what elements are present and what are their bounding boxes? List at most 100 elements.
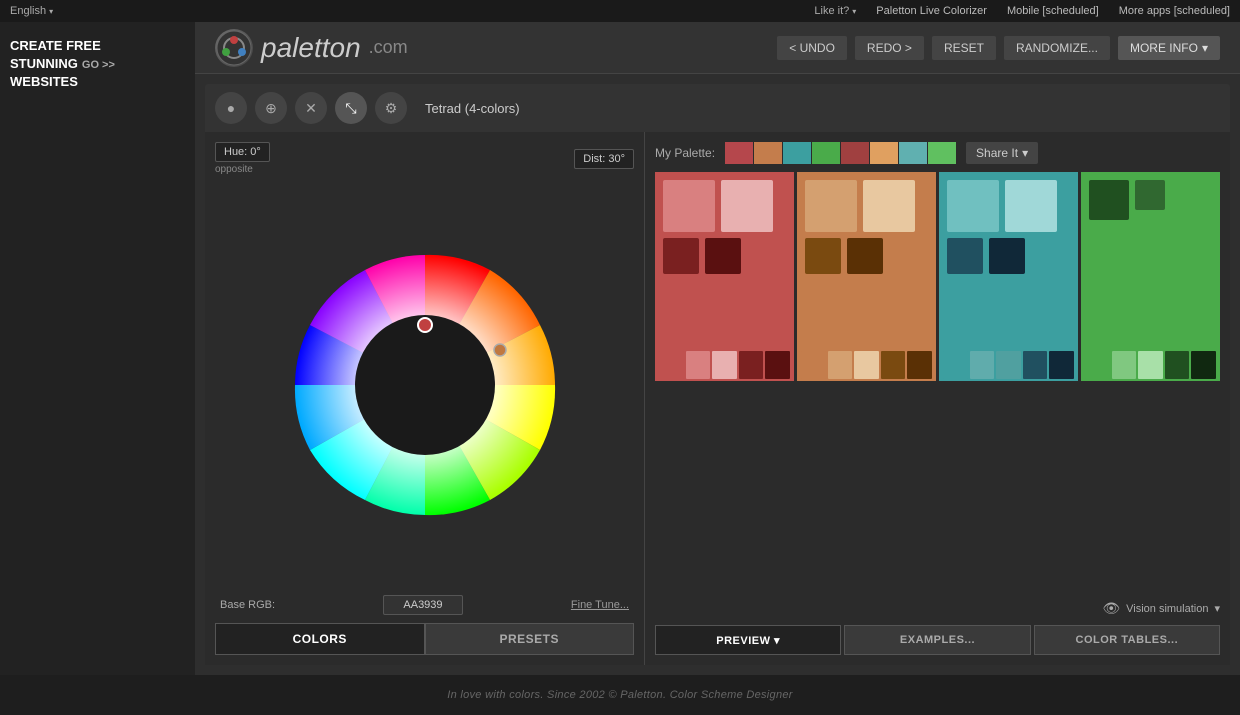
quad-teal-mini-3[interactable]: [996, 351, 1021, 379]
colors-tab[interactable]: COLORS: [215, 623, 425, 655]
palette-swatch-6[interactable]: [870, 142, 898, 164]
share-button[interactable]: Share It ▾: [966, 142, 1038, 164]
presets-tab[interactable]: PRESETS: [425, 623, 635, 655]
quad-red-light1[interactable]: [663, 180, 715, 232]
main-content: ● ⊕ ✕ ⤡ ⚙ Tetrad (4-colors) Hue: 0° oppo…: [195, 74, 1240, 675]
palette-swatch-1[interactable]: [725, 142, 753, 164]
quad-green-mini-1[interactable]: [1085, 351, 1110, 379]
more-apps-link[interactable]: More apps [scheduled]: [1119, 5, 1230, 17]
quad-green-mini-5[interactable]: [1191, 351, 1216, 379]
palette-swatch-7[interactable]: [899, 142, 927, 164]
quad-green-dark2[interactable]: [1135, 180, 1165, 210]
quadrant-teal: [939, 172, 1078, 381]
quad-green-mini-2[interactable]: [1112, 351, 1137, 379]
quad-red-mini-1[interactable]: [659, 351, 684, 379]
main-header: paletton .com < UNDO REDO > RESET RANDOM…: [195, 22, 1240, 74]
quadrant-orange: [797, 172, 936, 381]
quad-orange-mini-4[interactable]: [881, 351, 906, 379]
vision-caret: ▾: [1214, 602, 1220, 615]
vision-eye-icon: 👁: [1102, 600, 1120, 617]
quad-red-mini-3[interactable]: [712, 351, 737, 379]
quad-orange-mini-3[interactable]: [854, 351, 879, 379]
mode-label: Tetrad (4-colors): [425, 101, 520, 116]
quad-orange-light1[interactable]: [805, 180, 857, 232]
likeit-caret: ▾: [852, 7, 856, 16]
quad-orange-mini-5[interactable]: [907, 351, 932, 379]
action-tabs: PREVIEW ▾ EXAMPLES... COLOR TABLES...: [655, 625, 1220, 655]
quad-red-dark1[interactable]: [663, 238, 699, 274]
color-wheel-container[interactable]: [215, 183, 634, 587]
reset-button[interactable]: RESET: [932, 36, 996, 60]
sidebar: CREATE FREE STUNNING GO >> WEBSITES: [0, 22, 195, 715]
quad-teal-mini-5[interactable]: [1049, 351, 1074, 379]
palette-header: My Palette: Share It ▾: [655, 142, 1220, 164]
quad-orange-mini-1[interactable]: [801, 351, 826, 379]
quad-teal-dark2[interactable]: [989, 238, 1025, 274]
quad-teal-dark1[interactable]: [947, 238, 983, 274]
hue-control[interactable]: Hue: 0°: [215, 142, 270, 162]
quad-green-dark1[interactable]: [1089, 180, 1129, 220]
mode-tetrad-icon[interactable]: ⤡: [335, 92, 367, 124]
mode-settings-icon[interactable]: ⚙: [375, 92, 407, 124]
header-buttons: < UNDO REDO > RESET RANDOMIZE... MORE IN…: [777, 36, 1220, 60]
footer-text: In love with colors. Since 2002 © Palett…: [447, 689, 793, 701]
quad-red-mini-2[interactable]: [686, 351, 711, 379]
likeit-selector[interactable]: Like it? ▾: [814, 5, 856, 17]
more-info-button[interactable]: MORE INFO ▾: [1118, 36, 1220, 60]
color-dot-red[interactable]: [418, 318, 432, 332]
redo-button[interactable]: REDO >: [855, 36, 924, 60]
quad-orange-dark1[interactable]: [805, 238, 841, 274]
fine-tune-link[interactable]: Fine Tune...: [571, 599, 629, 611]
quad-red-light2[interactable]: [721, 180, 773, 232]
mode-adjacent-icon[interactable]: ⊕: [255, 92, 287, 124]
logo-icon: [215, 29, 253, 67]
palette-preview: [725, 142, 956, 164]
palette-swatch-8[interactable]: [928, 142, 956, 164]
quad-teal-mini-4[interactable]: [1023, 351, 1048, 379]
mode-triad-icon[interactable]: ✕: [295, 92, 327, 124]
language-selector[interactable]: English ▾: [10, 5, 53, 17]
palette-swatch-3[interactable]: [783, 142, 811, 164]
color-tables-tab[interactable]: COLOR TABLES...: [1034, 625, 1220, 655]
vision-label: Vision simulation: [1126, 603, 1208, 615]
base-rgb-input[interactable]: [383, 595, 463, 615]
dist-control[interactable]: Dist: 30°: [574, 149, 634, 169]
quad-red-mini-4[interactable]: [739, 351, 764, 379]
color-wheel-svg[interactable]: [275, 235, 575, 535]
palette-swatch-5[interactable]: [841, 142, 869, 164]
preview-tab[interactable]: PREVIEW ▾: [655, 625, 841, 655]
randomize-button[interactable]: RANDOMIZE...: [1004, 36, 1110, 60]
quad-orange-bottom: [797, 349, 936, 381]
quad-teal-light2[interactable]: [1005, 180, 1057, 232]
quad-green-mini-3[interactable]: [1138, 351, 1163, 379]
quad-green-mini-4[interactable]: [1165, 351, 1190, 379]
quad-teal-mini-2[interactable]: [970, 351, 995, 379]
palette-swatch-2[interactable]: [754, 142, 782, 164]
logo-area: paletton .com: [215, 29, 762, 67]
color-grid: [655, 172, 1220, 592]
go-arrow[interactable]: GO >>: [82, 58, 115, 73]
palette-label: My Palette:: [655, 146, 715, 160]
panels-row: Hue: 0° opposite Dist: 30°: [205, 132, 1230, 665]
quad-orange-main: [797, 172, 936, 349]
footer: In love with colors. Since 2002 © Palett…: [0, 675, 1240, 715]
quad-teal-mini-1[interactable]: [943, 351, 968, 379]
quad-red-mini-5[interactable]: [765, 351, 790, 379]
undo-button[interactable]: < UNDO: [777, 36, 847, 60]
color-dot-orange[interactable]: [494, 344, 506, 356]
quad-orange-dark2[interactable]: [847, 238, 883, 274]
mobile-link[interactable]: Mobile [scheduled]: [1007, 5, 1099, 17]
examples-tab[interactable]: EXAMPLES...: [844, 625, 1030, 655]
quad-orange-light2[interactable]: [863, 180, 915, 232]
live-colorizer-link[interactable]: Paletton Live Colorizer: [876, 5, 987, 17]
quad-teal-light1[interactable]: [947, 180, 999, 232]
quad-green-bottom: [1081, 349, 1220, 381]
mode-mono-icon[interactable]: ●: [215, 92, 247, 124]
language-caret: ▾: [49, 7, 53, 16]
quadrant-green: [1081, 172, 1220, 381]
quad-teal-bottom: [939, 349, 1078, 381]
quad-teal-main: [939, 172, 1078, 349]
palette-swatch-4[interactable]: [812, 142, 840, 164]
quad-red-dark2[interactable]: [705, 238, 741, 274]
quad-orange-mini-2[interactable]: [828, 351, 853, 379]
